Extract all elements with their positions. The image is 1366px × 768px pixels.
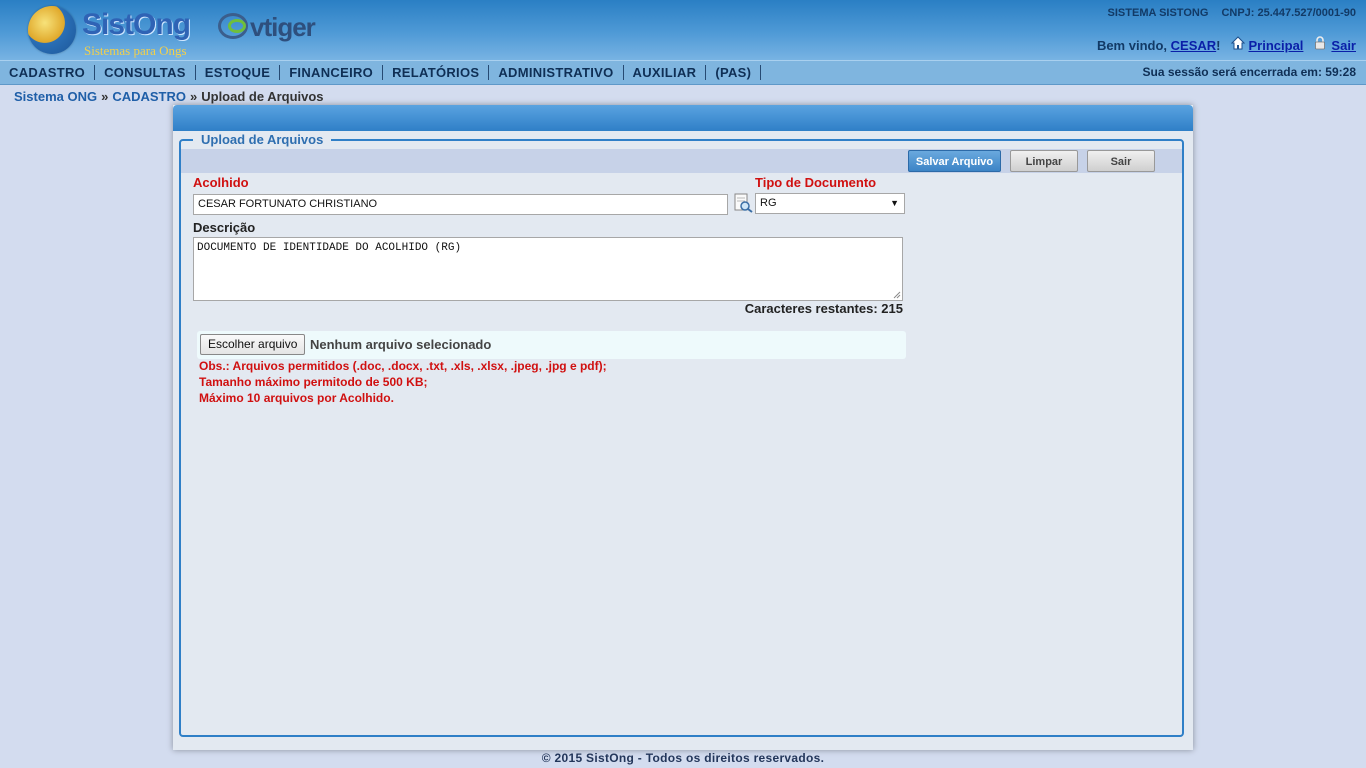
tipo-documento-value: RG	[760, 197, 777, 209]
breadcrumb-current: Upload de Arquivos	[201, 89, 324, 104]
tipo-documento-label: Tipo de Documento	[755, 175, 877, 190]
system-name: SISTEMA SISTONG	[1107, 7, 1209, 19]
dropdown-arrow-icon: ▼	[890, 198, 899, 208]
menu-item-administrativo[interactable]: ADMINISTRATIVO	[489, 65, 624, 80]
menu-item-estoque[interactable]: ESTOQUE	[196, 65, 281, 80]
breadcrumb-root[interactable]: Sistema ONG	[14, 89, 97, 104]
save-file-button[interactable]: Salvar Arquivo	[908, 150, 1001, 172]
remaining-chars-value: 215	[881, 301, 903, 316]
note-allowed-files: Obs.: Arquivos permitidos (.doc, .docx, …	[199, 359, 607, 373]
menu-item-financeiro[interactable]: FINANCEIRO	[280, 65, 384, 80]
lookup-search-icon[interactable]	[733, 193, 753, 213]
house-icon[interactable]	[1230, 35, 1245, 50]
system-info: SISTEMA SISTONG CNPJ: 25.447.527/0001-90	[1108, 7, 1356, 19]
note-max-files: Máximo 10 arquivos por Acolhido.	[199, 391, 394, 405]
sistong-logo-subtitle: Sistemas para Ongs	[84, 43, 187, 58]
main-menu: CADASTRO CONSULTAS ESTOQUE FINANCEIRO RE…	[0, 61, 762, 84]
textarea-resize-grip-icon[interactable]	[893, 291, 901, 299]
session-time: 59:28	[1325, 65, 1356, 79]
file-upload-row: Escolher arquivo Nenhum arquivo selecion…	[197, 331, 906, 359]
panel-header	[173, 105, 1193, 131]
acolhido-input[interactable]: CESAR FORTUNATO CHRISTIANO	[193, 194, 728, 215]
welcome-prefix: Bem vindo,	[1096, 38, 1168, 53]
sistong-logo[interactable]: SistOng Sistemas para Ongs	[28, 6, 203, 58]
tipo-documento-select[interactable]: RG ▼	[755, 193, 905, 214]
menu-item-pas[interactable]: (PAS)	[706, 65, 762, 80]
session-timer: Sua sessão será encerrada em: 59:28	[1143, 65, 1357, 79]
descricao-textarea[interactable]: DOCUMENTO DE IDENTIDADE DO ACOLHIDO (RG)	[193, 237, 903, 301]
fieldset-legend: Upload de Arquivos	[193, 132, 332, 147]
acolhido-label: Acolhido	[193, 175, 249, 190]
exit-button[interactable]: Sair	[1087, 150, 1155, 172]
main-menu-bar: CADASTRO CONSULTAS ESTOQUE FINANCEIRO RE…	[0, 60, 1366, 85]
principal-link[interactable]: Principal	[1249, 38, 1304, 53]
sistong-logo-text: SistOng	[82, 8, 191, 41]
welcome-suffix: !	[1216, 38, 1221, 53]
footer: © 2015 SistOng - Todos os direitos reser…	[541, 751, 825, 765]
globe-logo-icon	[28, 6, 76, 54]
choose-file-button[interactable]: Escolher arquivo	[200, 334, 306, 355]
welcome-area: Bem vindo, CESAR! Principal Sair	[1096, 35, 1356, 53]
clear-button[interactable]: Limpar	[1010, 150, 1078, 172]
remaining-chars: Caracteres restantes: 215	[743, 301, 903, 316]
menu-item-auxiliar[interactable]: AUXILIAR	[624, 65, 707, 80]
breadcrumb-separator: »	[190, 89, 198, 104]
breadcrumb-section[interactable]: CADASTRO	[112, 89, 186, 104]
vtiger-logo-ring	[228, 19, 246, 33]
cnpj-text: CNPJ: 25.447.527/0001-90	[1221, 7, 1356, 19]
lock-icon[interactable]	[1313, 35, 1327, 50]
menu-item-relatorios[interactable]: RELATÓRIOS	[383, 65, 490, 80]
note-max-size: Tamanho máximo permitodo de 500 KB;	[199, 375, 428, 389]
file-status: Nenhum arquivo selecionado	[310, 337, 492, 352]
menu-item-cadastro[interactable]: CADASTRO	[0, 65, 96, 80]
user-link[interactable]: CESAR	[1171, 38, 1217, 53]
descricao-label: Descrição	[193, 220, 256, 235]
vtiger-logo-text: vtiger	[250, 12, 316, 42]
breadcrumb: Sistema ONG» CADASTRO» Upload de Arquivos	[14, 89, 324, 104]
breadcrumb-separator: »	[101, 89, 109, 104]
menu-item-consultas[interactable]: CONSULTAS	[95, 65, 196, 80]
vtiger-logo[interactable]: vtiger	[218, 10, 338, 44]
top-header: SistOng Sistemas para Ongs vtiger SISTEM…	[0, 0, 1366, 60]
descricao-text: DOCUMENTO DE IDENTIDADE DO ACOLHIDO (RG)	[197, 242, 462, 254]
upload-panel: Upload de Arquivos Salvar Arquivo Limpar…	[173, 105, 1193, 750]
session-label: Sua sessão será encerrada em:	[1142, 65, 1322, 79]
remaining-chars-label: Caracteres restantes:	[744, 301, 878, 316]
upload-fieldset: Upload de Arquivos Salvar Arquivo Limpar…	[179, 132, 1184, 737]
sair-link[interactable]: Sair	[1331, 38, 1356, 53]
form-toolbar: Salvar Arquivo Limpar Sair	[181, 149, 1182, 173]
